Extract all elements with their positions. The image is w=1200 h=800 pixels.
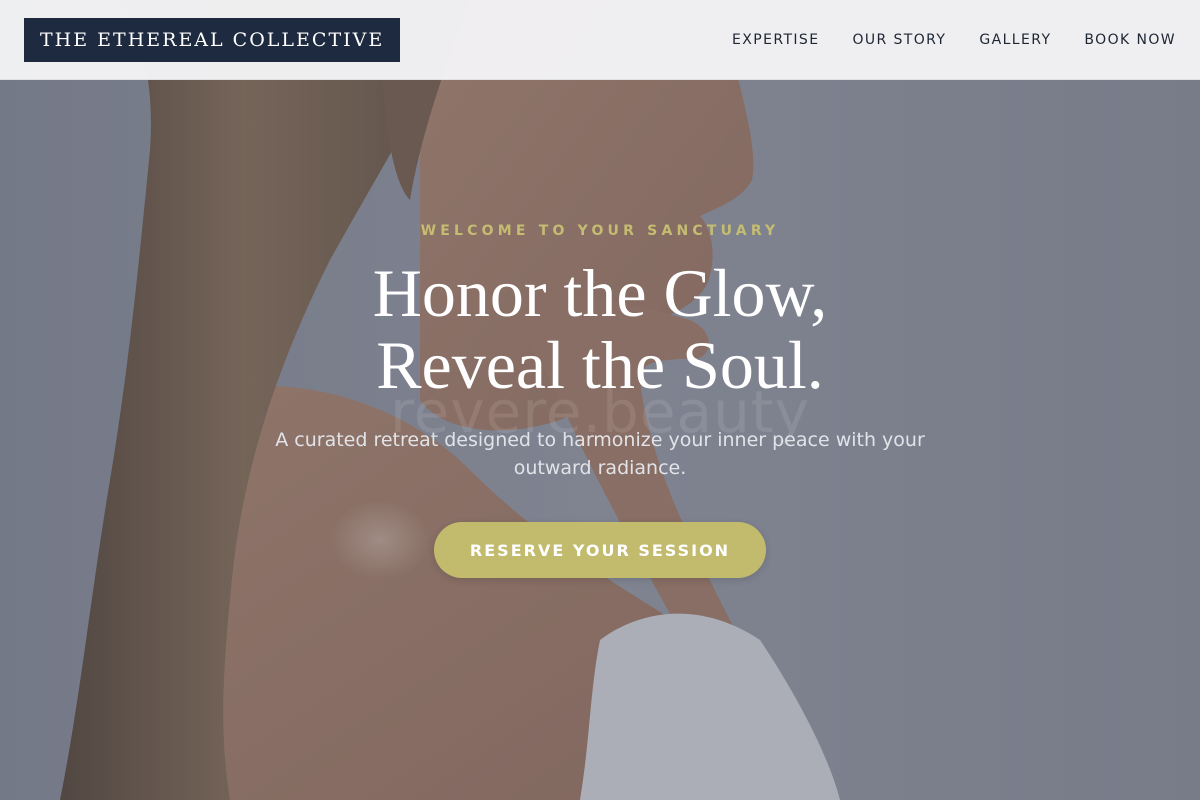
hero-eyebrow: WELCOME TO YOUR SANCTUARY	[420, 223, 780, 239]
hero-section: WELCOME TO YOUR SANCTUARY revere.beauty …	[0, 0, 1200, 800]
reserve-session-button[interactable]: RESERVE YOUR SESSION	[434, 522, 766, 578]
page: THE ETHEREAL COLLECTIVE EXPERTISE OUR ST…	[0, 0, 1200, 800]
hero-subtext: A curated retreat designed to harmonize …	[275, 429, 925, 479]
hero-headline-line-1: Honor the Glow,	[372, 255, 828, 331]
hero-headline-line-2: Reveal the Soul.	[376, 327, 824, 403]
hero-headline: Honor the Glow, Reveal the Soul.	[0, 257, 1200, 401]
